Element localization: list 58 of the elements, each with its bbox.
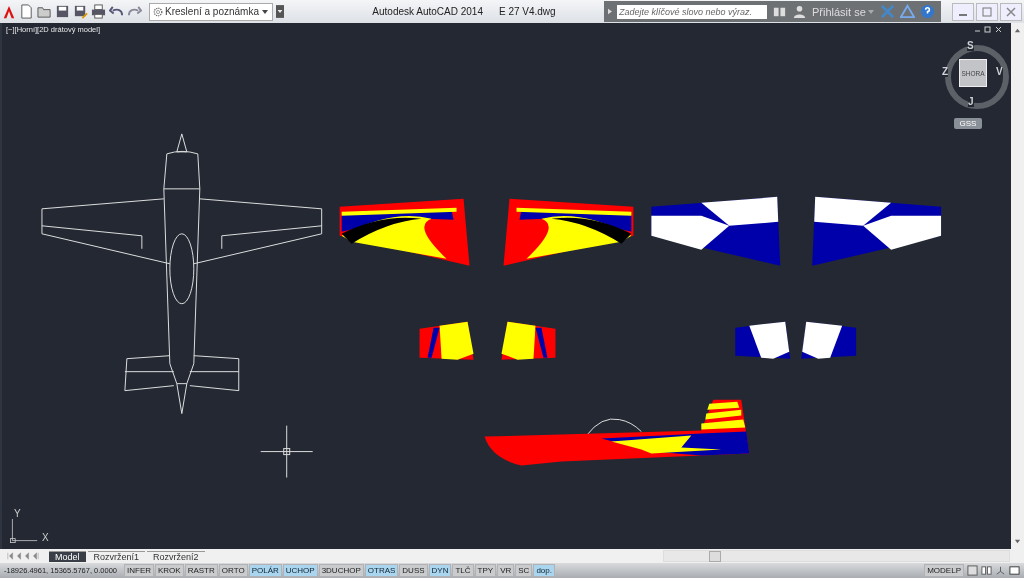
- layout-view-icon[interactable]: [967, 565, 978, 576]
- scroll-up-icon[interactable]: [1014, 27, 1021, 34]
- viewport-window-controls-icon[interactable]: [973, 25, 1003, 34]
- scroll-thumb[interactable]: [709, 551, 721, 562]
- fullscreen-icon[interactable]: [1009, 565, 1020, 576]
- stabilizer-drawing: [501, 321, 556, 360]
- layout-view-icon[interactable]: [981, 565, 992, 576]
- stabilizer-drawing: [419, 321, 474, 360]
- caret-icon[interactable]: [867, 7, 875, 16]
- workspace-dropdown[interactable]: Kreslení a poznámka: [149, 2, 273, 21]
- compass-east-label: V: [996, 67, 1003, 77]
- horizontal-scrollbar[interactable]: [663, 550, 1010, 562]
- printer-icon[interactable]: [91, 4, 106, 19]
- status-toggle[interactable]: 3DUCHOP: [318, 564, 364, 577]
- status-toggle[interactable]: KROK: [155, 564, 184, 577]
- gear-icon: [153, 5, 164, 18]
- stabilizer-drawing: [801, 321, 857, 359]
- workspace-name: Kreslení a poznámka: [165, 6, 259, 17]
- menu-caret-icon[interactable]: [276, 4, 284, 19]
- annotation-scale-icon[interactable]: [995, 565, 1006, 576]
- search-field[interactable]: Zadejte klíčové slovo nebo výraz.: [617, 4, 767, 19]
- status-toggle[interactable]: RASTR: [184, 564, 218, 577]
- save-as-icon[interactable]: [73, 4, 88, 19]
- status-toggle[interactable]: dop.: [533, 564, 555, 577]
- layout-tab[interactable]: Rozvržení1: [87, 550, 146, 562]
- minimize-icon[interactable]: [952, 2, 974, 21]
- app-title: Autodesk AutoCAD 2014: [372, 6, 483, 17]
- help-icon[interactable]: [920, 4, 935, 19]
- compass-west-label: Z: [942, 67, 949, 77]
- status-toggle[interactable]: DUSS: [399, 564, 428, 577]
- status-toggle[interactable]: OTRAS: [364, 564, 399, 577]
- stabilizer-drawing: [735, 321, 791, 359]
- x-axis-label: X: [42, 532, 49, 543]
- new-file-icon[interactable]: [19, 4, 34, 19]
- file-name: E 27 V4.dwg: [498, 6, 556, 17]
- caret-icon: [261, 7, 269, 16]
- status-toggle[interactable]: ORTO: [218, 564, 248, 577]
- status-toggle[interactable]: DYN: [428, 564, 452, 577]
- vertical-scrollbar[interactable]: [1011, 23, 1024, 549]
- status-toggle[interactable]: INFER: [124, 564, 154, 577]
- status-toggle[interactable]: UCHOP: [282, 564, 318, 577]
- compass-south-label: J: [968, 97, 974, 107]
- model-space-toggle[interactable]: MODELP: [924, 564, 964, 577]
- open-folder-icon[interactable]: [37, 4, 52, 19]
- y-axis-label: Y: [14, 508, 22, 519]
- save-icon[interactable]: [55, 4, 70, 19]
- layout-tab[interactable]: Model: [49, 550, 86, 562]
- scroll-down-icon[interactable]: [1014, 538, 1021, 545]
- status-toggle[interactable]: TPY: [474, 564, 497, 577]
- status-toggle[interactable]: POLÁR: [248, 564, 282, 577]
- layout-tab[interactable]: Rozvržení2: [147, 550, 205, 562]
- user-icon: [792, 4, 807, 19]
- expand-arrow-icon[interactable]: [608, 8, 612, 15]
- crosshair-cursor-icon: [260, 425, 314, 479]
- status-toggle[interactable]: SC: [515, 564, 533, 577]
- status-toggle[interactable]: TLČ: [452, 564, 474, 577]
- compass-north-label: S: [967, 41, 974, 51]
- status-toggle[interactable]: VR: [497, 564, 515, 577]
